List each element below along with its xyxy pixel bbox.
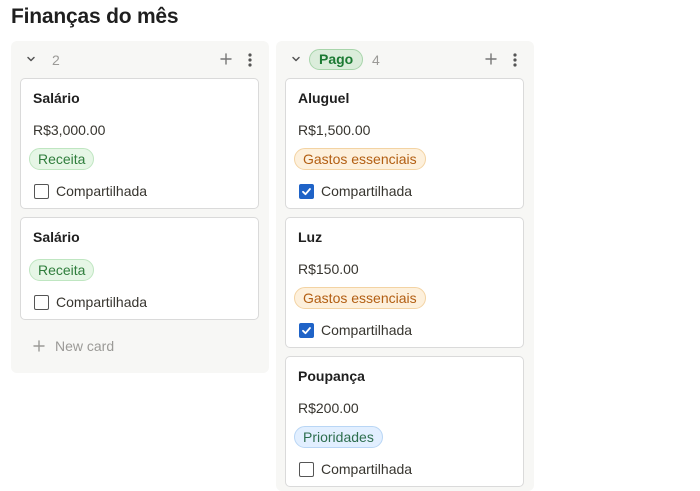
card-title: Salário bbox=[33, 90, 80, 106]
group-label-pill: Pago bbox=[309, 49, 364, 70]
category-tag: Prioridades bbox=[294, 426, 383, 448]
column-count: 4 bbox=[372, 52, 380, 68]
page-title: Finanças do mês bbox=[11, 5, 179, 28]
card-amount: R$1,500.00 bbox=[298, 122, 371, 138]
board-card[interactable]: Aluguel R$1,500.00 Gastos essenciais Com… bbox=[285, 78, 524, 209]
plus-icon[interactable] bbox=[219, 52, 233, 66]
checkbox-label: Compartilhada bbox=[56, 294, 148, 310]
column-header: 2 bbox=[11, 41, 269, 79]
shared-checkbox[interactable] bbox=[34, 183, 49, 199]
shared-checkbox[interactable] bbox=[34, 294, 49, 310]
checkbox-label: Compartilhada bbox=[321, 461, 413, 477]
checkbox-row: Compartilhada bbox=[299, 321, 412, 339]
card-title: Salário bbox=[33, 229, 80, 245]
checkbox-row: Compartilhada bbox=[34, 182, 147, 200]
card-title: Poupança bbox=[298, 368, 365, 384]
card-amount: R$3,000.00 bbox=[33, 122, 106, 138]
plus-icon[interactable] bbox=[484, 52, 498, 66]
shared-checkbox[interactable] bbox=[299, 461, 314, 477]
chevron-down-icon[interactable] bbox=[24, 52, 38, 66]
category-tag: Gastos essenciais bbox=[294, 287, 426, 309]
checkbox-label: Compartilhada bbox=[321, 322, 413, 338]
check-icon bbox=[302, 326, 311, 334]
board-card[interactable]: Luz R$150.00 Gastos essenciais Compartil… bbox=[285, 217, 524, 348]
new-card-label: New card bbox=[55, 338, 115, 354]
category-tag: Gastos essenciais bbox=[294, 148, 426, 170]
checkbox-row: Compartilhada bbox=[34, 293, 147, 311]
category-tag: Receita bbox=[29, 148, 95, 170]
column-header: Pago 4 bbox=[276, 41, 534, 79]
column-count: 2 bbox=[52, 52, 60, 68]
board-card[interactable]: Salário Receita Compartilhada bbox=[20, 217, 259, 320]
board-card[interactable]: Salário R$3,000.00 Receita Compartilhada bbox=[20, 78, 259, 209]
board-column-pago: Pago 4 Aluguel R$1,500.00 Gastos essenci… bbox=[276, 41, 534, 491]
category-tag: Receita bbox=[29, 259, 95, 281]
more-vertical-icon[interactable] bbox=[511, 52, 519, 68]
plus-icon bbox=[33, 340, 45, 352]
card-amount: R$200.00 bbox=[298, 400, 359, 416]
checkbox-row: Compartilhada bbox=[299, 460, 412, 478]
shared-checkbox[interactable] bbox=[299, 183, 314, 199]
checkbox-label: Compartilhada bbox=[321, 183, 413, 199]
card-amount: R$150.00 bbox=[298, 261, 359, 277]
card-title: Luz bbox=[298, 229, 323, 245]
checkbox-label: Compartilhada bbox=[56, 183, 148, 199]
check-icon bbox=[302, 187, 311, 195]
card-title: Aluguel bbox=[298, 90, 350, 106]
chevron-down-icon[interactable] bbox=[289, 52, 303, 66]
shared-checkbox[interactable] bbox=[299, 322, 314, 338]
more-vertical-icon[interactable] bbox=[246, 52, 254, 68]
board-column-no-status: 2 Salário R$3,000.00 Receita Compartilha… bbox=[11, 41, 269, 373]
board-card[interactable]: Poupança R$200.00 Prioridades Compartilh… bbox=[285, 356, 524, 487]
new-card-button[interactable]: New card bbox=[33, 337, 114, 355]
checkbox-row: Compartilhada bbox=[299, 182, 412, 200]
